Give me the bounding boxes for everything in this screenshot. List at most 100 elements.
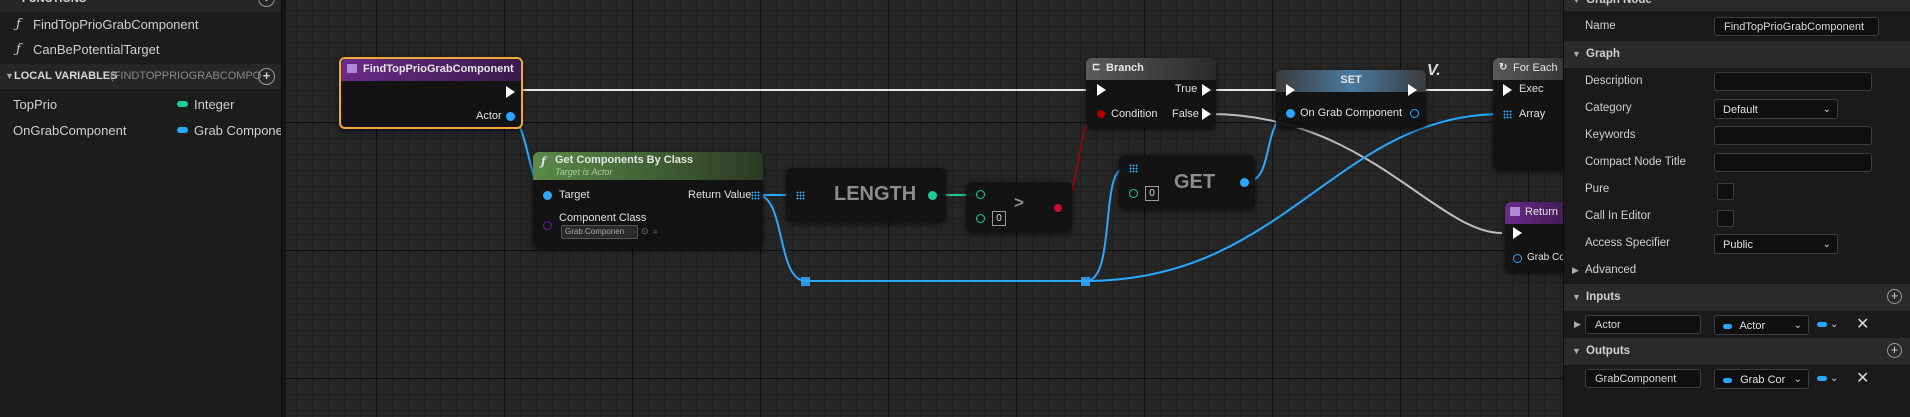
collapse-arrow-icon[interactable]: ▼ [5,64,14,89]
return-node[interactable]: Return Grab Co [1505,202,1563,272]
object-out-pin[interactable] [1240,178,1249,187]
add-input-icon[interactable]: + [1887,289,1902,304]
category-label: Category [1585,102,1632,114]
description-row: Description [1564,68,1910,95]
add-function-icon[interactable]: + [258,0,275,7]
int-in-pin[interactable] [976,214,985,223]
remove-output-icon[interactable]: ✕ [1856,365,1869,392]
expand-arrow-icon[interactable]: ▶ [1572,257,1579,284]
variable-item-ongrabcomponent[interactable]: OnGrabComponent Grab Compone [0,118,281,143]
graph-node-section-header[interactable]: ▼ Graph Node [1564,0,1910,11]
pin-label: Array [1519,108,1546,120]
access-value: Public [1723,239,1753,251]
description-input[interactable] [1714,72,1872,91]
section-title: Graph Node [1586,0,1652,6]
keywords-label: Keywords [1585,129,1636,141]
array-in-pin[interactable] [796,191,805,200]
graph-editor-canvas[interactable]: FindTopPrioGrabComponent Actor ƒ Get Com… [286,0,1563,417]
output-name-field[interactable]: GrabComponent [1585,369,1701,388]
local-vars-scope: (FINDTOPPRIOGRABCOMPO [110,70,262,82]
chevron-down-icon: ⌄ [1793,374,1802,385]
container-type-icon[interactable] [1817,322,1827,327]
collapse-arrow-icon[interactable]: ▼ [1572,0,1581,14]
for-each-node[interactable]: ↻ For Each Exec Array [1493,58,1563,170]
function-entry-node[interactable]: FindTopPrioGrabComponent Actor [339,57,523,129]
input-type-combo[interactable]: Actor ⌄ [1714,315,1809,335]
array-in-pin[interactable] [1129,164,1138,173]
variable-name: TopPrio [13,97,58,112]
exec-in-pin[interactable] [1503,84,1512,96]
collapse-arrow-icon[interactable]: ▼ [1572,284,1581,311]
local-variables-section-header[interactable]: ▼ LOCAL VARIABLES (FINDTOPPRIOGRABCOMPO … [0,64,281,89]
section-title: Graph [1586,48,1620,60]
add-variable-icon[interactable]: + [258,68,275,85]
actor-out-pin[interactable] [506,112,515,121]
class-in-pin[interactable] [543,221,552,230]
inputs-section-header[interactable]: ▼ Inputs + [1564,284,1910,311]
grab-in-pin[interactable] [1513,254,1522,263]
exec-in-pin[interactable] [1286,84,1295,96]
index-value-field[interactable]: 0 [1145,186,1159,201]
greater-than-node[interactable]: 0 > [966,182,1072,232]
node-header: Return [1505,202,1563,224]
collapse-arrow-icon[interactable]: ▼ [1572,338,1581,365]
outputs-section-header[interactable]: ▼ Outputs + [1564,338,1910,365]
variable-item-topprio[interactable]: TopPrio Integer [0,92,281,117]
length-node[interactable]: LENGTH [786,168,946,222]
false-exec-out-pin[interactable] [1202,108,1211,120]
output-type-combo[interactable]: Grab Cor ⌄ [1714,369,1809,389]
browse-icon[interactable]: ⊙ [641,226,649,237]
set-variable-node[interactable]: SET On Grab Component [1276,70,1426,128]
search-icon[interactable]: ⌕ [653,226,658,237]
functions-section-header[interactable]: FUNCTIONS + [0,0,281,12]
node-header: ƒ Get Components By Class Target is Acto… [533,152,763,180]
pure-row: Pure [1564,176,1910,203]
index-in-pin[interactable] [1129,189,1138,198]
bool-out-pin[interactable] [1054,204,1062,212]
branch-node[interactable]: ⊏ Branch True Condition False [1086,58,1216,128]
name-input[interactable]: FindTopPrioGrabComponent [1714,17,1879,36]
compare-value-field[interactable]: 0 [992,211,1006,226]
loop-icon: ↻ [1499,62,1508,73]
component-class-dropdown[interactable]: Grab Componen [561,225,638,239]
advanced-row[interactable]: ▶ Advanced [1564,257,1910,284]
graph-section-header[interactable]: ▼ Graph [1564,41,1910,68]
condition-in-pin[interactable] [1097,110,1105,118]
chevron-down-icon[interactable]: ⌄ [1830,365,1838,392]
int-in-pin[interactable] [976,190,985,199]
exec-out-pin[interactable] [506,86,515,98]
keywords-row: Keywords [1564,122,1910,149]
array-get-node[interactable]: 0 GET [1119,155,1255,209]
exec-in-pin[interactable] [1097,84,1106,96]
input-name-field[interactable]: Actor [1585,315,1701,334]
integer-type-pill-icon [177,101,188,107]
function-item-can-be-potential-target[interactable]: ƒ CanBePotentialTarget [0,37,281,62]
section-title: Outputs [1586,345,1631,357]
keywords-input[interactable] [1714,126,1872,145]
category-combo[interactable]: Default ⌄ [1714,99,1838,119]
value-in-pin[interactable] [1286,109,1295,118]
exec-in-pin[interactable] [1513,227,1522,239]
exec-out-pin[interactable] [1408,84,1417,96]
container-type-icon[interactable] [1817,376,1827,381]
array-out-pin[interactable] [751,191,760,200]
pure-checkbox[interactable] [1717,183,1734,200]
get-components-by-class-node[interactable]: ƒ Get Components By Class Target is Acto… [533,152,763,248]
value-out-pin[interactable] [1410,109,1419,118]
true-exec-out-pin[interactable] [1202,84,1211,96]
branch-icon: ⊏ [1092,62,1101,73]
array-in-pin[interactable] [1503,110,1512,119]
function-item-find-top-prio[interactable]: ƒ FindTopPrioGrabComponent [0,12,281,37]
expand-arrow-icon[interactable]: ▶ [1574,311,1581,338]
call-in-editor-checkbox[interactable] [1717,210,1734,227]
chevron-down-icon[interactable]: ⌄ [1830,311,1838,338]
target-in-pin[interactable] [543,191,552,200]
int-out-pin[interactable] [928,191,937,200]
name-row: Name FindTopPrioGrabComponent [1564,13,1910,40]
compact-title-input[interactable] [1714,153,1872,172]
compact-title-label: Compact Node Title [1585,156,1686,168]
remove-input-icon[interactable]: ✕ [1856,311,1869,338]
collapse-arrow-icon[interactable]: ▼ [1572,41,1581,68]
add-output-icon[interactable]: + [1887,343,1902,358]
access-specifier-combo[interactable]: Public ⌄ [1714,234,1838,254]
